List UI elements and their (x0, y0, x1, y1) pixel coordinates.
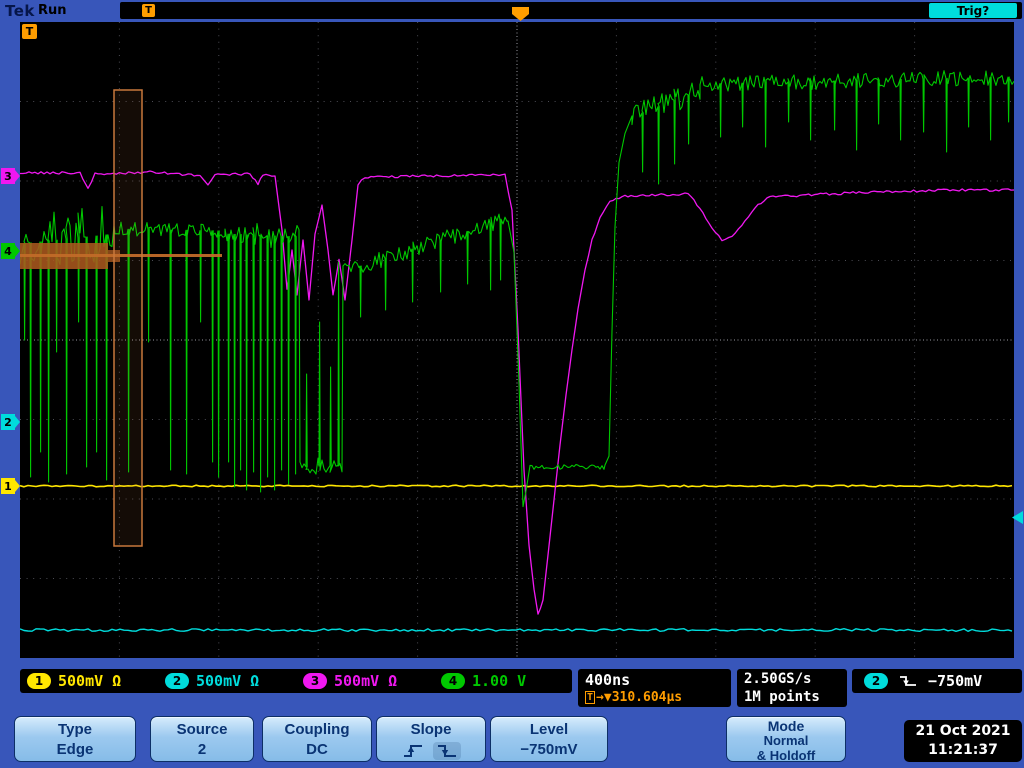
channel-readouts: 1 500mV Ω 2 500mV Ω 3 500mV Ω 4 1.00 V (20, 669, 572, 693)
trigger-level-value: −750mV (928, 672, 983, 690)
menu-button-type[interactable]: Type Edge (14, 716, 136, 762)
tek-logo: Tek (5, 2, 35, 20)
delay-arrows: →▼ (596, 690, 612, 705)
menu-button-mode-value: Normal (763, 733, 809, 748)
menu-button-source-title: Source (176, 721, 228, 738)
trigger-delay-readout: T →▼ 310.604µs (585, 690, 724, 705)
datetime-display: 21 Oct 2021 11:21:37 (904, 720, 1022, 762)
menu-button-coupling-value: DC (306, 741, 328, 758)
channel-3-impedance: Ω (388, 672, 398, 690)
menu-button-slope[interactable]: Slope (376, 716, 486, 762)
channel-1-scale: 500mV (58, 672, 104, 690)
waveform-ch2 (20, 628, 1013, 632)
slope-options (377, 742, 485, 760)
waveform-ch1 (20, 484, 1013, 488)
channel-4-marker[interactable]: 4 (1, 243, 20, 259)
channel-4-readout: 4 1.00 V (434, 672, 572, 690)
menu-button-level[interactable]: Level −750mV (490, 716, 608, 762)
rising-edge-icon[interactable] (402, 743, 424, 759)
channel-1-readout: 1 500mV Ω (20, 672, 158, 690)
menu-button-source[interactable]: Source 2 (150, 716, 254, 762)
waveform-display (20, 22, 1014, 658)
channel-4-badge: 4 (441, 673, 465, 689)
graticule: T (20, 22, 1014, 658)
channel-3-readout: 3 500mV Ω (296, 672, 434, 690)
menu-button-type-value: Edge (56, 741, 94, 758)
channel-4-scale: 1.00 V (472, 672, 527, 690)
zoom-window-box (113, 89, 143, 547)
channel-2-readout: 2 500mV Ω (158, 672, 296, 690)
timebase-readout: 400ns T →▼ 310.604µs (578, 669, 731, 707)
trigger-source-badge: 2 (864, 673, 888, 689)
menu-button-mode-title: Mode (767, 718, 805, 734)
delay-t-icon: T (585, 691, 596, 704)
sample-rate: 2.50GS/s (744, 671, 812, 687)
record-view-bar: T Trig? (120, 2, 1022, 19)
channel-2-marker[interactable]: 2 (1, 414, 20, 430)
menu-button-mode[interactable]: Mode Normal & Holdoff (726, 716, 846, 763)
date-value: 21 Oct 2021 (915, 723, 1011, 740)
menu-button-type-title: Type (58, 721, 92, 738)
menu-button-mode-value2: & Holdoff (756, 747, 816, 763)
channel-1-impedance: Ω (112, 672, 122, 690)
time-value: 11:21:37 (928, 742, 998, 758)
channel-3-badge: 3 (303, 673, 327, 689)
channel-3-scale: 500mV (334, 672, 380, 690)
menu-button-slope-title: Slope (410, 721, 452, 738)
trigger-readout: 2 −750mV (852, 669, 1022, 693)
acquisition-status: Run (38, 3, 67, 18)
search-mark-badge: T (22, 24, 37, 39)
menu-button-level-title: Level (529, 721, 569, 738)
timebase-scale: 400ns (585, 671, 631, 689)
oscilloscope-screen: Tek Run T Trig? T 3 4 2 1 1 500mV Ω 2 50… (0, 0, 1024, 768)
channel-2-scale: 500mV (196, 672, 242, 690)
trigger-time-badge: T (142, 4, 155, 17)
record-length: 1M points (744, 688, 820, 705)
falling-edge-icon (898, 674, 918, 688)
falling-edge-icon[interactable] (432, 742, 461, 760)
delay-value: 310.604µs (611, 690, 683, 705)
menu-button-source-value: 2 (197, 741, 207, 758)
menu-button-coupling-title: Coupling (284, 721, 350, 738)
menu-button-coupling[interactable]: Coupling DC (262, 716, 372, 762)
acquisition-readout: 2.50GS/s 1M points (737, 669, 847, 707)
trigger-status-badge: Trig? (929, 3, 1017, 18)
channel-1-badge: 1 (27, 673, 51, 689)
channel-2-impedance: Ω (250, 672, 260, 690)
channel-1-marker[interactable]: 1 (1, 478, 20, 494)
channel-3-marker[interactable]: 3 (1, 168, 20, 184)
menu-button-level-value: −750mV (520, 741, 578, 758)
channel-2-badge: 2 (165, 673, 189, 689)
